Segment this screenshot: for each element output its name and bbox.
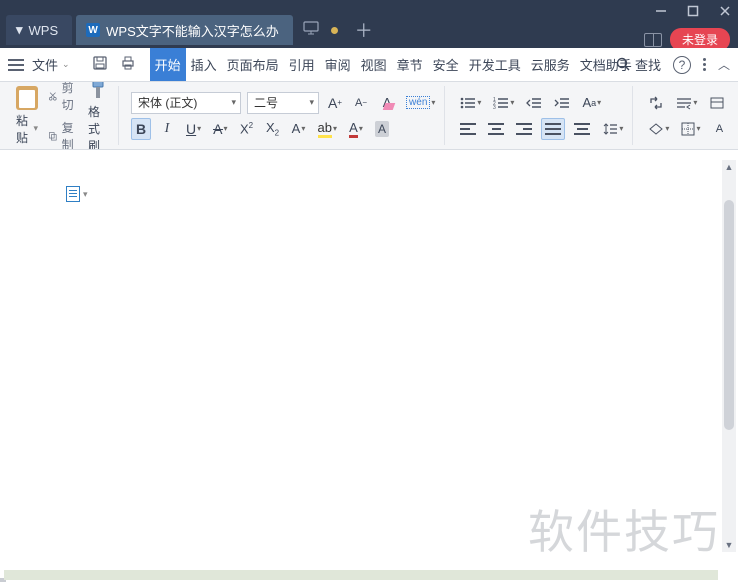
paragraph-settings-button[interactable]: ▾ [673,92,700,114]
numbering-button[interactable]: 123▾ [490,92,517,114]
close-button[interactable] [716,2,734,20]
caret-down-icon: ▾ [83,189,88,200]
print-icon[interactable] [120,55,136,74]
caret-down-icon: ⌄ [62,59,70,70]
wps-logo-icon: ▾ [16,22,23,38]
document-title: WPS文字不能输入汉字怎么办 [106,21,279,40]
clear-format-button[interactable]: A [377,92,397,114]
italic-button[interactable]: I [157,118,177,140]
bullets-button[interactable]: ▾ [457,92,484,114]
tab-insert[interactable]: 插入 [186,48,222,81]
layout-icon[interactable] [644,33,662,47]
change-case-button[interactable]: Aa▾ [579,92,604,114]
phonetic-guide-button[interactable]: wén▾ [403,92,438,114]
page-options-button[interactable]: ▾ [66,186,88,202]
scroll-thumb[interactable] [724,200,734,430]
collapse-ribbon-icon[interactable]: ︿ [718,56,730,73]
borders-button[interactable]: ▾ [678,118,703,140]
tab-view[interactable]: 视图 [356,48,392,81]
font-color-button[interactable]: A▾ [346,118,366,140]
underline-button[interactable]: U▾ [183,118,204,140]
document-canvas[interactable] [0,150,738,578]
doc-type-icon: W [86,23,100,37]
scroll-up-icon[interactable]: ▲ [722,160,736,174]
tab-references[interactable]: 引用 [284,48,320,81]
shrink-font-button[interactable]: A− [351,92,371,114]
window-controls [652,2,734,20]
phonetic-label: wén [406,96,430,109]
line-spacing-button[interactable]: ▾ [599,118,626,140]
font-size-select[interactable]: 二号▾ [247,92,319,114]
vertical-scrollbar[interactable]: ▲ ▼ [722,160,736,552]
menu-bar: 文件 ⌄ 开始 插入 页面布局 引用 审阅 视图 章节 安全 开发工具 云服务 … [0,48,738,82]
subscript-button[interactable]: X2 [263,118,283,140]
brush-icon [88,82,108,101]
format-painter-label: 格式刷 [88,103,108,150]
tab-dev-tools[interactable]: 开发工具 [464,48,526,81]
document-tab[interactable]: W WPS文字不能输入汉字怎么办 [76,15,293,45]
copy-label: 复制 [62,119,78,151]
status-dot-icon [331,27,338,34]
status-bar [4,570,718,580]
hamburger-icon[interactable] [8,59,24,71]
search-button[interactable]: 查找 [616,55,661,74]
file-menu[interactable]: 文件 ⌄ [32,55,70,74]
char-shading-button[interactable]: A [372,118,392,140]
tabs-button[interactable] [706,92,728,114]
maximize-button[interactable] [684,2,702,20]
page-icon [66,186,80,202]
search-label: 查找 [635,55,661,74]
font-family-value: 宋体 (正文) [138,94,197,111]
bold-button[interactable]: B [131,118,151,140]
superscript-button[interactable]: X2 [237,118,257,140]
font-size-value: 二号 [254,94,278,111]
paste-icon [16,86,38,110]
cut-label: 剪切 [62,82,78,113]
find-replace-button[interactable] [645,92,667,114]
tab-start[interactable]: 开始 [150,48,186,81]
decrease-indent-button[interactable] [523,92,545,114]
align-right-button[interactable] [513,118,535,140]
strikethrough-button[interactable]: A▾ [210,118,230,140]
scroll-down-icon[interactable]: ▼ [722,538,736,552]
tab-cloud[interactable]: 云服务 [526,48,575,81]
align-center-button[interactable] [485,118,507,140]
more-icon[interactable] [703,58,706,71]
file-label: 文件 [32,55,58,74]
help-icon[interactable]: ? [673,56,691,74]
ribbon-tabs: 开始 插入 页面布局 引用 审阅 视图 章节 安全 开发工具 云服务 文档助手 [150,48,637,81]
app-name: WPS [29,23,59,38]
tab-page-layout[interactable]: 页面布局 [222,48,284,81]
ribbon: 粘贴▾ 剪切 复制 格式刷 宋体 (正文)▾ 二号▾ A+ [0,82,738,150]
search-icon [616,57,631,72]
text-effects-button[interactable]: A▾ [289,118,309,140]
title-bar: ▾ WPS W WPS文字不能输入汉字怎么办 ＋ 未登录 [0,0,738,48]
cut-button[interactable]: 剪切 [48,82,78,113]
new-tab-button[interactable]: ＋ [350,16,378,44]
distributed-align-button[interactable] [571,118,593,140]
align-left-button[interactable] [457,118,479,140]
shading-button[interactable]: ▾ [645,118,672,140]
save-icon[interactable] [92,55,108,74]
paste-label: 粘贴 [16,112,31,146]
copy-button[interactable]: 复制 [48,119,78,151]
home-tab[interactable]: ▾ WPS [6,15,72,45]
tab-review[interactable]: 审阅 [320,48,356,81]
svg-text:3: 3 [493,105,496,110]
minimize-button[interactable] [652,2,670,20]
align-justify-button[interactable] [541,118,565,140]
font-family-select[interactable]: 宋体 (正文)▾ [131,92,241,114]
paste-button[interactable]: 粘贴▾ [12,84,42,148]
present-icon[interactable] [303,21,319,40]
format-painter-button[interactable]: 格式刷 [84,82,112,150]
grow-font-button[interactable]: A+ [325,92,345,114]
tab-chapter[interactable]: 章节 [392,48,428,81]
increase-indent-button[interactable] [551,92,573,114]
sort-button[interactable]: A [709,118,729,140]
tab-security[interactable]: 安全 [428,48,464,81]
highlight-button[interactable]: ab▾ [315,118,340,140]
